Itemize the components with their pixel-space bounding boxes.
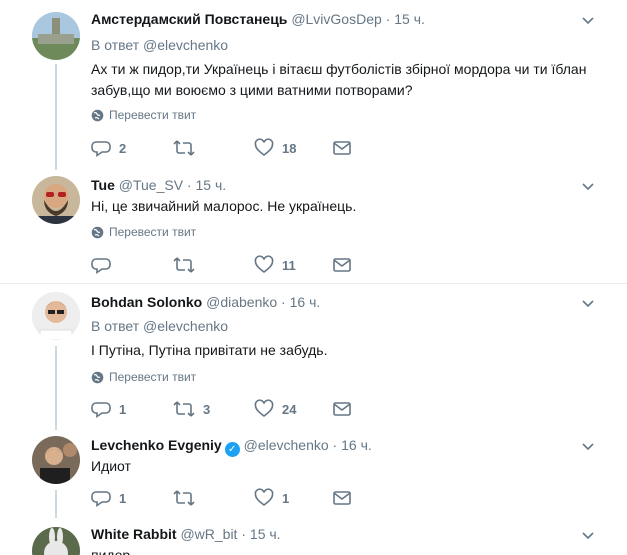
heart-icon [254,488,274,507]
tweet[interactable]: Tue @Tue_SV · 15 ч. Ні, це звичайний мал… [0,170,627,282]
chevron-down-icon[interactable] [581,528,595,542]
timestamp[interactable]: 16 ч. [341,437,372,453]
tweet[interactable]: Levchenko Evgeniy ✓ @elevchenko · 16 ч. И… [0,430,627,518]
reply-button[interactable]: 2 [91,137,126,159]
retweet-button[interactable] [173,254,203,276]
reply-count: 1 [119,490,127,506]
tweet[interactable]: Амстердамский Повстанець @LvivGosDep · 1… [0,0,627,170]
username[interactable]: @Tue_SV [119,177,183,193]
chevron-down-icon[interactable] [581,439,595,453]
retweet-icon [173,490,195,506]
reply-icon [91,258,111,275]
retweet-icon [173,140,195,156]
mention-link[interactable]: @elevchenko [143,37,228,53]
avatar[interactable] [32,176,80,224]
avatar[interactable] [32,436,80,484]
chevron-down-icon[interactable] [581,13,595,27]
retweet-button[interactable] [173,137,203,159]
reply-button[interactable]: 1 [91,487,126,509]
tweet[interactable]: Bohdan Solonko @diabenko · 16 ч. В ответ… [0,284,627,430]
envelope-icon [333,491,351,505]
direct-message-button[interactable] [332,398,352,420]
display-name[interactable]: Bohdan Solonko [91,294,202,310]
reply-icon [91,141,111,158]
translate-tweet-link[interactable]: Перевести твит [91,225,196,239]
like-button[interactable]: 24 [254,398,296,420]
tweet-text: Идиот [91,458,131,474]
username[interactable]: @wR_bit [180,526,237,542]
tweet-header: Bohdan Solonko @diabenko · 16 ч. [91,294,321,310]
globe-icon [91,371,104,383]
tweet-header: White Rabbit @wR_bit · 15 ч. [91,526,281,542]
avatar[interactable] [32,12,80,60]
direct-message-button[interactable] [332,487,352,509]
avatar[interactable] [32,292,80,340]
thread-line [55,64,57,170]
heart-icon [254,399,274,418]
reply-context: В ответ @elevchenko [91,318,229,334]
reply-context: В ответ @elevchenko [91,37,229,53]
globe-icon [91,109,104,121]
envelope-icon [333,258,351,272]
like-count: 24 [282,401,297,417]
timestamp[interactable]: 16 ч. [290,294,321,310]
reply-button[interactable]: 1 [91,398,126,420]
mention-link[interactable]: @elevchenko [143,318,228,334]
translate-tweet-link[interactable]: Перевести твит [91,370,196,384]
thread-line [55,346,57,430]
tweet-text: Ні, це звичайний малорос. Не українець. [91,198,357,214]
tweet-text: пидор [91,547,131,555]
tweet-text: Ах ти ж пидор,ти Українець і вітаєш футб… [91,61,587,98]
tweet-header: Tue @Tue_SV · 15 ч. [91,177,227,193]
display-name[interactable]: Levchenko Evgeniy [91,437,222,453]
like-button[interactable]: 18 [254,137,296,159]
verified-badge-icon: ✓ [224,442,240,457]
display-name[interactable]: Tue [91,177,115,193]
timestamp[interactable]: 15 ч. [195,177,226,193]
reply-button[interactable] [91,254,119,276]
like-button[interactable]: 1 [254,487,289,509]
thread-line [55,490,57,518]
avatar[interactable] [32,527,80,555]
tweet[interactable]: White Rabbit @wR_bit · 15 ч. пидор [0,518,627,555]
like-count: 1 [282,490,290,506]
display-name[interactable]: Амстердамский Повстанець [91,11,287,27]
envelope-icon [333,402,351,416]
reply-count: 1 [119,401,127,417]
direct-message-button[interactable] [332,254,352,276]
chevron-down-icon[interactable] [581,296,595,310]
direct-message-button[interactable] [332,137,352,159]
timestamp[interactable]: 15 ч. [394,11,425,27]
heart-icon [254,255,274,274]
translate-tweet-link[interactable]: Перевести твит [91,108,196,122]
tweet-header: Амстердамский Повстанець @LvivGosDep · 1… [91,11,425,27]
chevron-down-icon[interactable] [581,179,595,193]
globe-icon [91,226,104,238]
display-name[interactable]: White Rabbit [91,526,177,542]
tweet-header: Levchenko Evgeniy ✓ @elevchenko · 16 ч. [91,437,372,457]
envelope-icon [333,141,351,155]
timestamp[interactable]: 15 ч. [250,526,281,542]
tweet-text: І Путіна, Путіна привітати не забудь. [91,342,328,358]
like-count: 11 [282,257,296,273]
reply-icon [91,402,111,419]
like-button[interactable]: 11 [254,254,296,276]
retweet-button[interactable] [173,487,203,509]
username[interactable]: @elevchenko [244,437,329,453]
reply-count: 2 [119,140,127,156]
retweet-button[interactable]: 3 [173,398,210,420]
heart-icon [254,138,274,157]
like-count: 18 [282,140,297,156]
reply-icon [91,491,111,508]
username[interactable]: @diabenko [206,294,277,310]
retweet-icon [173,257,195,273]
retweet-count: 3 [203,401,211,417]
username[interactable]: @LvivGosDep [291,11,381,27]
retweet-icon [173,401,195,417]
